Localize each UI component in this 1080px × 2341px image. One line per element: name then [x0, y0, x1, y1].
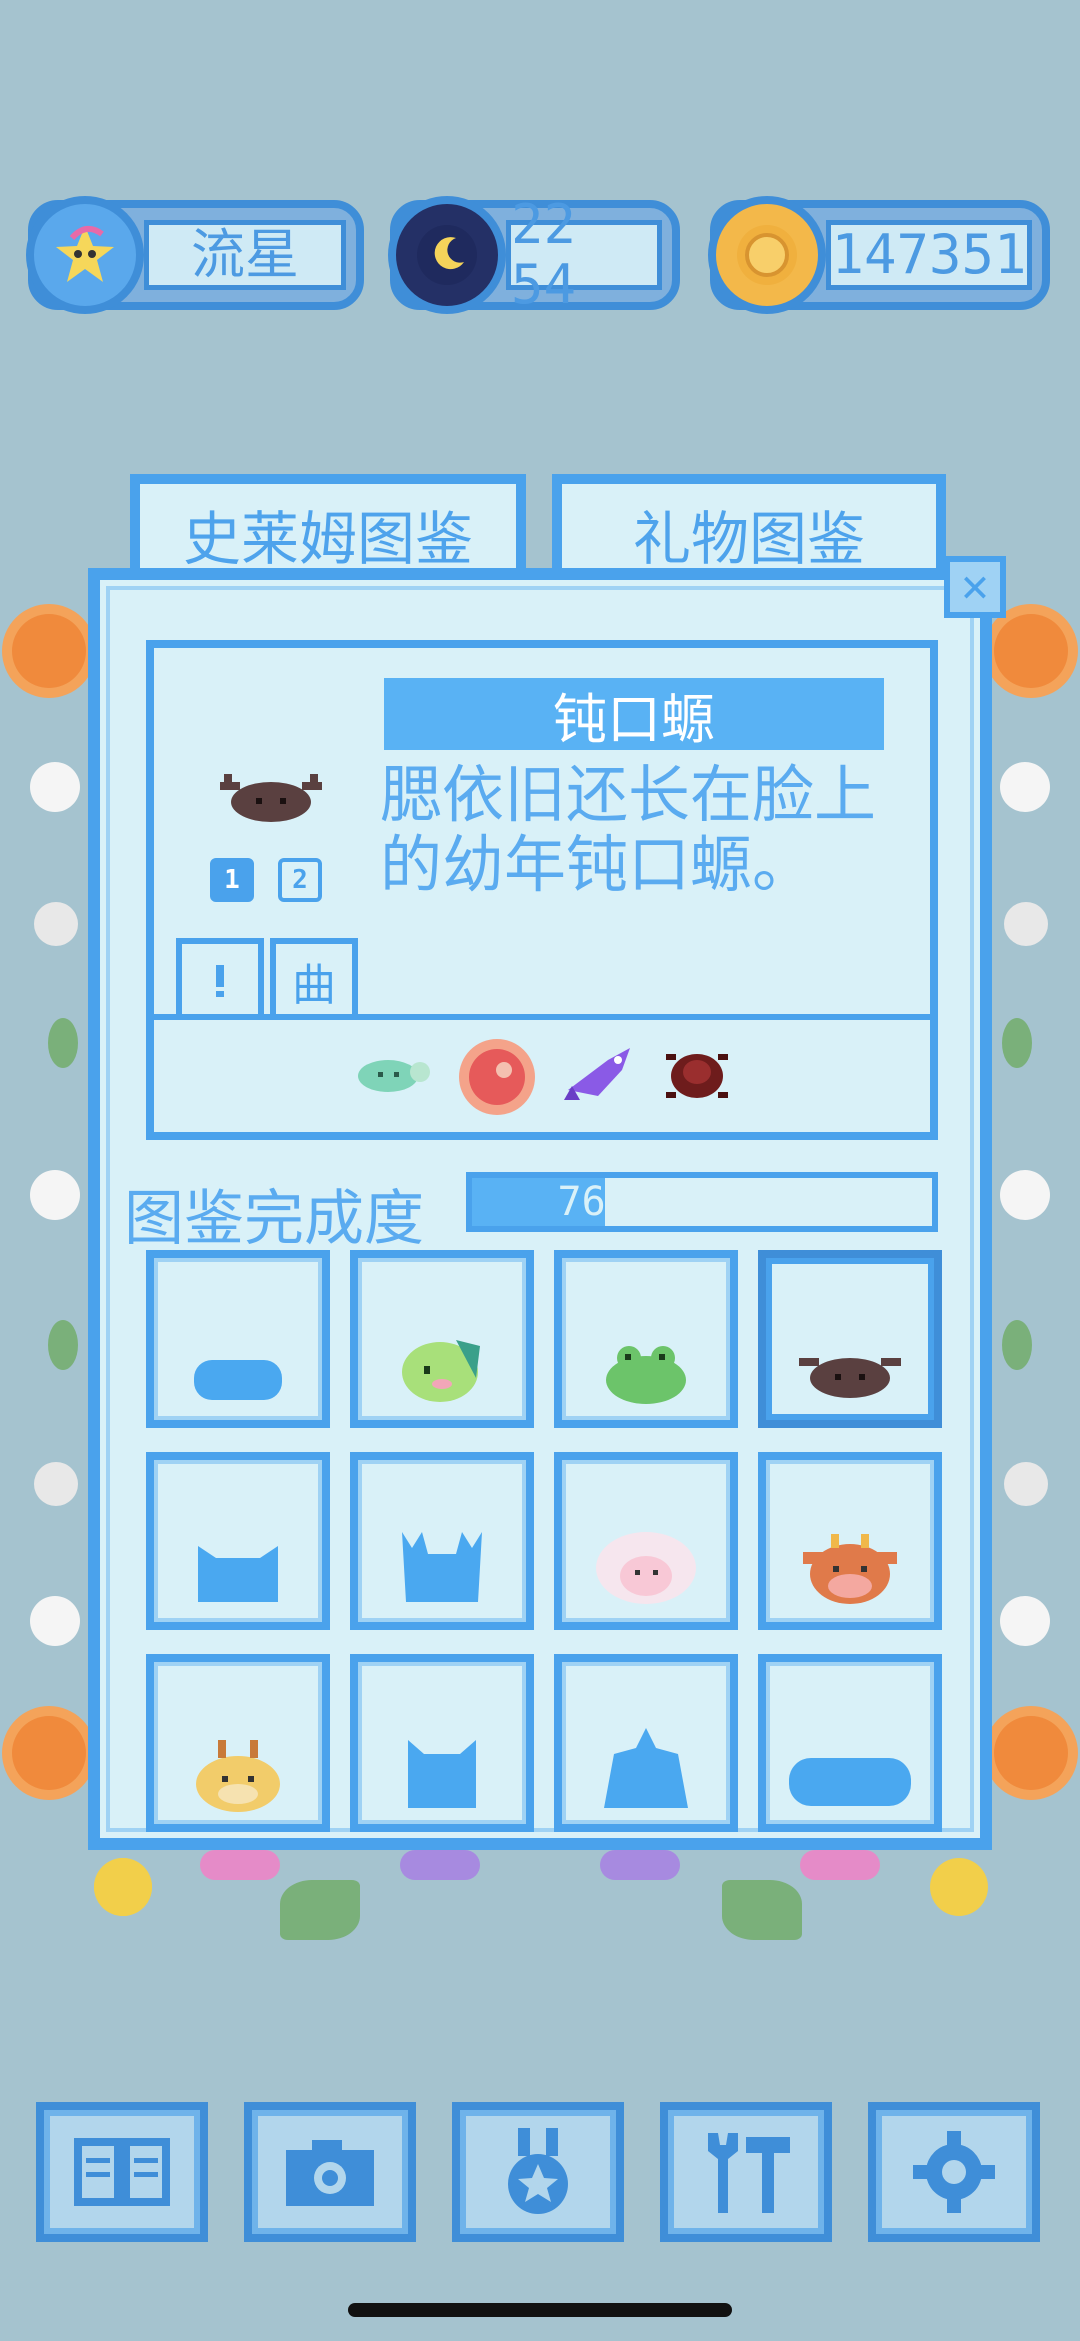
book-button[interactable]: [36, 2102, 208, 2242]
flower-decoration: [200, 1850, 280, 1880]
flower-decoration: [30, 1596, 80, 1646]
variant-2-button[interactable]: 2: [278, 858, 322, 902]
completion-label: 图鉴完成度: [124, 1184, 424, 1254]
flower-decoration: [34, 1462, 78, 1506]
flower-decoration: [600, 1850, 680, 1880]
flower-decoration: [1004, 902, 1048, 946]
slime-sprite: [402, 1340, 480, 1402]
slime-cell-unknown[interactable]: [146, 1452, 330, 1630]
flower-decoration: [12, 1716, 86, 1790]
flower-decoration: [12, 614, 86, 688]
slime-cell-axolotl[interactable]: [758, 1250, 942, 1428]
star-icon: [26, 196, 144, 314]
completion-progress-text: 76 /254(29%): [557, 1179, 847, 1225]
home-indicator[interactable]: [348, 2303, 732, 2317]
flower-decoration: [48, 1018, 78, 1068]
slime-detail-box: 1 2 钝口螈 腮依旧还长在脸上 的幼年钝口螈。 曲: [146, 640, 938, 1140]
slime-cell-unknown[interactable]: [350, 1452, 534, 1630]
flower-decoration: [400, 1850, 480, 1880]
player-name-text: 流星: [144, 220, 346, 290]
food-fish-icon: [564, 1048, 630, 1100]
slime-cell-sheep[interactable]: [554, 1452, 738, 1630]
slime-cell-giraffe[interactable]: [146, 1654, 330, 1832]
mini-tab-music[interactable]: 曲: [270, 938, 358, 1018]
flower-decoration: [30, 762, 80, 812]
moon-icon: [388, 196, 506, 314]
description-line-2: 的幼年钝口螈。: [380, 828, 815, 901]
book-icon: [74, 2138, 170, 2206]
flower-decoration: [30, 1170, 80, 1220]
flower-decoration: [48, 1320, 78, 1370]
food-meat-icon: [459, 1039, 535, 1115]
flower-decoration: [930, 1858, 988, 1916]
slime-cell-unknown[interactable]: [146, 1250, 330, 1428]
slime-silhouette: [789, 1758, 911, 1806]
drop-icon: [216, 965, 224, 997]
slime-silhouette: [198, 1546, 278, 1602]
favorite-food-row: [154, 1014, 930, 1134]
slime-silhouette: [408, 1740, 476, 1808]
slime-cell-unknown[interactable]: [554, 1654, 738, 1832]
flower-decoration: [1000, 1596, 1050, 1646]
leaf-decoration: [280, 1880, 360, 1940]
coin-icon: [708, 196, 826, 314]
slime-sprite: [606, 1346, 686, 1404]
tools-button[interactable]: [660, 2102, 832, 2242]
settings-button[interactable]: [868, 2102, 1040, 2242]
slime-silhouette: [402, 1532, 482, 1602]
slime-sprite: [596, 1532, 696, 1604]
flower-decoration: [1002, 1320, 1032, 1370]
time-pill: 22 54: [388, 195, 680, 315]
flower-decoration: [1002, 1018, 1032, 1068]
camera-icon: [286, 2140, 374, 2206]
time-text: 22 54: [506, 195, 662, 315]
completion-progress-bar: 76 /254(29%): [466, 1172, 938, 1232]
flower-decoration: [994, 614, 1068, 688]
slime-cell-cow[interactable]: [758, 1452, 942, 1630]
close-icon[interactable]: ✕: [944, 556, 1006, 618]
slime-name: 钝口螈: [384, 678, 884, 751]
slime-cell-unknown[interactable]: [350, 1654, 534, 1832]
slime-silhouette: [194, 1360, 282, 1400]
selected-slime-sprite: [220, 774, 322, 822]
flower-decoration: [1000, 1170, 1050, 1220]
flower-decoration: [1004, 1462, 1048, 1506]
leaf-decoration: [722, 1880, 802, 1940]
player-name-pill: 流星: [26, 196, 364, 314]
coins-text: 147351: [826, 220, 1032, 290]
flower-decoration: [1000, 762, 1050, 812]
medal-button[interactable]: [452, 2102, 624, 2242]
mini-tab-favorite[interactable]: [176, 938, 264, 1018]
description-line-1: 腮依旧还长在脸上: [380, 758, 877, 831]
slime-silhouette: [604, 1728, 688, 1808]
slime-description: 腮依旧还长在脸上 的幼年钝口螈。: [380, 760, 920, 900]
slime-cell-unknown[interactable]: [758, 1654, 942, 1832]
camera-button[interactable]: [244, 2102, 416, 2242]
food-slime-icon: [358, 1060, 430, 1092]
slime-sprite: [803, 1534, 897, 1604]
tools-icon: [708, 2133, 790, 2213]
slime-sprite: [196, 1740, 280, 1812]
slime-sprite: [799, 1358, 901, 1398]
flower-decoration: [34, 902, 78, 946]
slime-cell-frog[interactable]: [554, 1250, 738, 1428]
flower-decoration: [994, 1716, 1068, 1790]
coins-pill: 147351: [708, 196, 1050, 314]
flower-decoration: [800, 1850, 880, 1880]
medal-icon: [508, 2128, 568, 2214]
gear-icon: [913, 2131, 995, 2213]
food-bug-icon: [666, 1054, 728, 1098]
slime-cell-green-dino[interactable]: [350, 1250, 534, 1428]
flower-decoration: [94, 1858, 152, 1916]
variant-1-button[interactable]: 1: [210, 858, 254, 902]
